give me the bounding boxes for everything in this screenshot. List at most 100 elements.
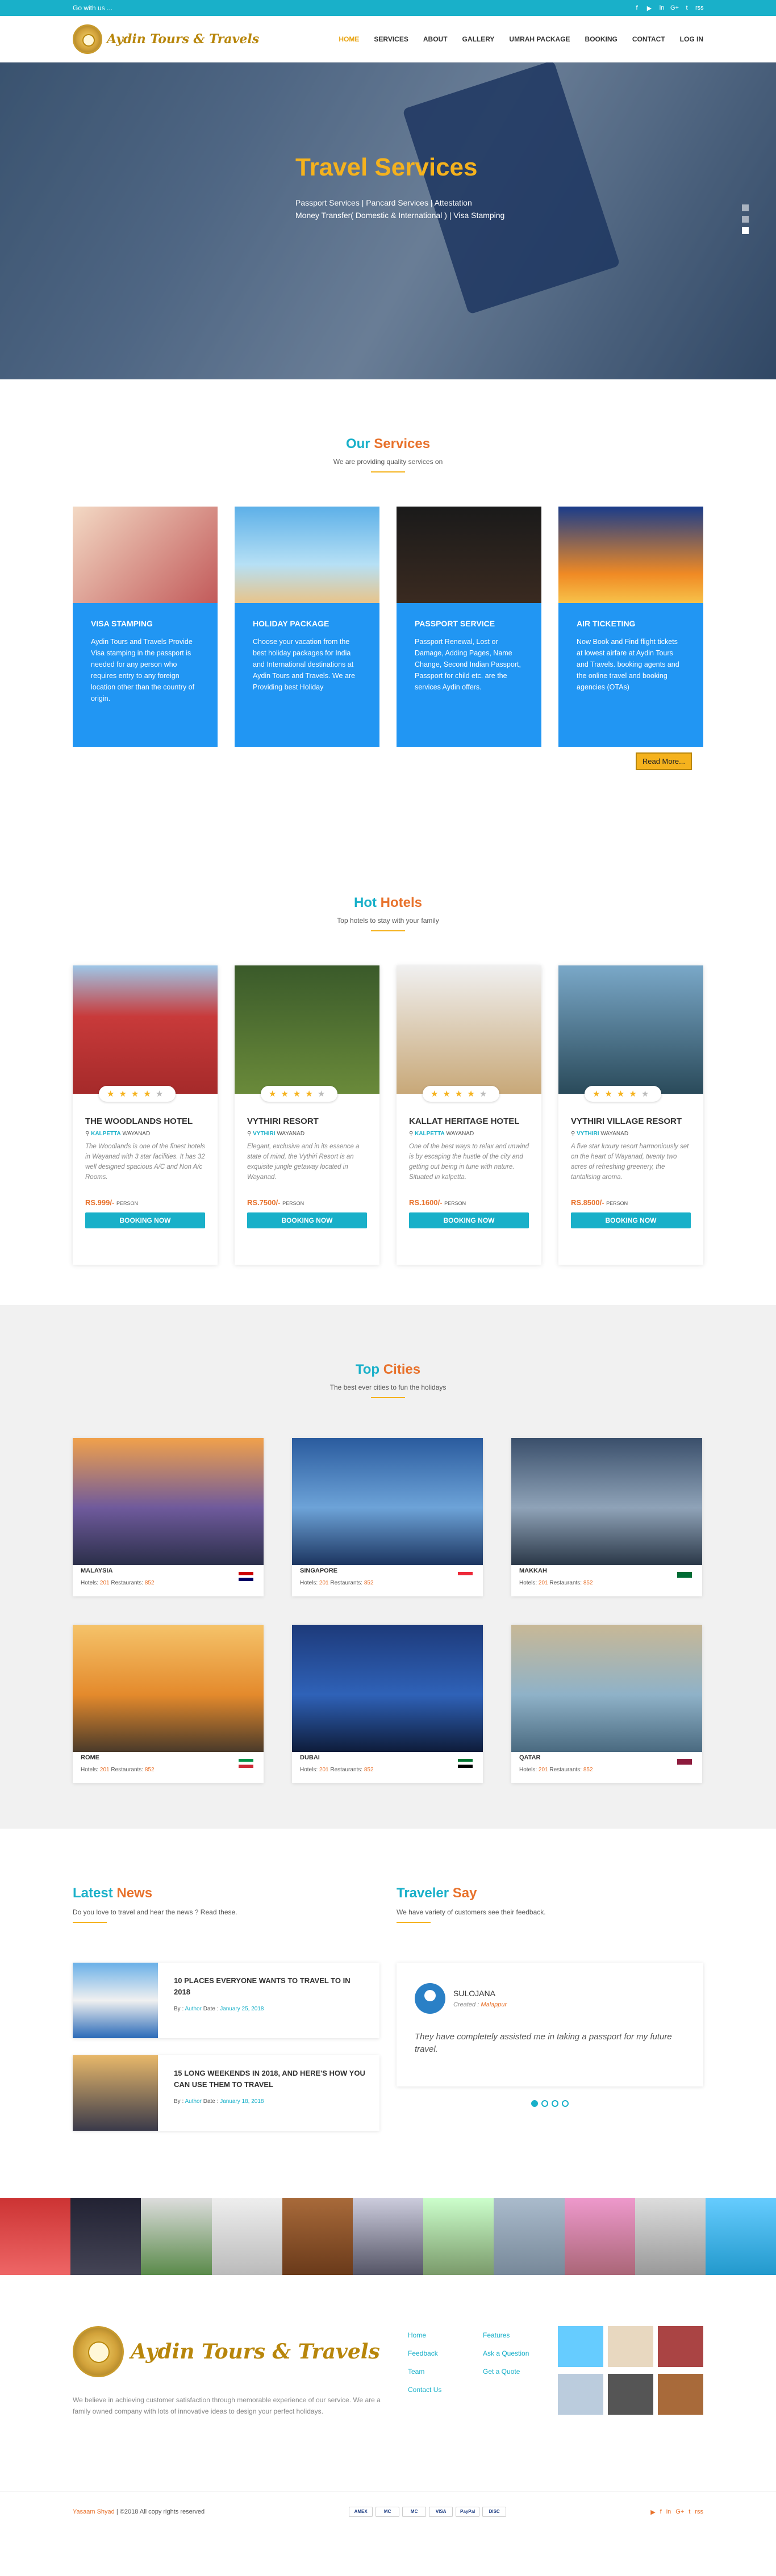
footer-description: We believe in achieving customer satisfa…	[73, 2396, 381, 2415]
strip-image	[494, 2198, 565, 2275]
hotel-name[interactable]: VYTHIRI RESORT	[247, 1116, 367, 1126]
hotel-location: ⚲ KALPETTA WAYANAD	[409, 1131, 529, 1137]
gallery-image[interactable]	[658, 2326, 703, 2367]
city-meta: Hotels: 201 Restaurants: 852	[81, 1767, 256, 1773]
footer-link[interactable]: Features	[483, 2326, 541, 2344]
service-card[interactable]: VISA STAMPING Aydin Tours and Travels Pro…	[73, 507, 218, 747]
service-card[interactable]: PASSPORT SERVICE Passport Renewal, Lost o…	[397, 507, 541, 747]
hotels-count: 201	[99, 1580, 110, 1586]
booking-now-button[interactable]: BOOKING NOW	[409, 1212, 529, 1228]
footer-link[interactable]: Get a Quote	[483, 2362, 541, 2381]
hotels-label: Hotels:	[519, 1767, 537, 1773]
menu-booking[interactable]: BOOKING	[585, 35, 618, 43]
booking-now-button[interactable]: BOOKING NOW	[571, 1212, 691, 1228]
facebook-icon[interactable]: f	[660, 2508, 662, 2516]
linkedin-icon[interactable]: in	[658, 5, 666, 12]
gallery-image[interactable]	[608, 2374, 653, 2415]
star-icon: ★	[317, 1089, 330, 1099]
news-title[interactable]: 15 LONG WEEKENDS IN 2018, AND HERE'S HOW…	[174, 2068, 367, 2090]
carousel-dot-active[interactable]	[531, 2100, 538, 2107]
hotels-list: ★★★★★ THE WOODLANDS HOTEL ⚲ KALPETTA WAYAN…	[73, 965, 703, 1265]
city-image	[511, 1438, 702, 1565]
city-card[interactable]: MAKKAH Hotels: 201 Restaurants: 852	[511, 1438, 702, 1596]
menu-login[interactable]: LOG IN	[680, 35, 703, 43]
testimonial-dots	[397, 2100, 703, 2107]
footer-link[interactable]: Team	[408, 2362, 466, 2381]
twitter-icon[interactable]: t	[689, 2508, 690, 2516]
menu-about[interactable]: ABOUT	[423, 35, 448, 43]
star-icon: ★	[293, 1089, 306, 1099]
carousel-dot[interactable]	[541, 2100, 548, 2107]
footer-link[interactable]: Home	[408, 2326, 466, 2344]
hotel-town: KALPETTA	[415, 1131, 445, 1137]
menu-umrah[interactable]: UMRAH PACKAGE	[509, 35, 570, 43]
hotels-subtitle: Top hotels to stay with your family	[337, 917, 439, 925]
slider-dot[interactable]	[742, 204, 749, 211]
booking-now-button[interactable]: BOOKING NOW	[247, 1212, 367, 1228]
facebook-icon[interactable]: f	[633, 5, 641, 12]
hotel-name[interactable]: KALLAT HERITAGE HOTEL	[409, 1116, 529, 1126]
city-card[interactable]: QATAR Hotels: 201 Restaurants: 852	[511, 1625, 702, 1783]
news-author[interactable]: Author	[185, 2006, 201, 2012]
footer-link[interactable]: Contact Us	[408, 2381, 466, 2399]
booking-now-button[interactable]: BOOKING NOW	[85, 1212, 205, 1228]
news-title[interactable]: 10 PLACES EVERYONE WANTS TO TRAVEL TO IN…	[174, 1975, 367, 1998]
service-card[interactable]: HOLIDAY PACKAGE Choose your vacation from…	[235, 507, 379, 747]
carousel-dot[interactable]	[562, 2100, 569, 2107]
menu-services[interactable]: SERVICES	[374, 35, 408, 43]
service-card[interactable]: AIR TICKETING Now Book and Find flight ti…	[558, 507, 703, 747]
footer-logo[interactable]: Aydin Tours & Travels	[73, 2326, 391, 2377]
hotel-price: RS.7500/- PERSON	[247, 1198, 367, 1207]
city-card[interactable]: MALAYSIA Hotels: 201 Restaurants: 852	[73, 1438, 264, 1596]
city-image	[73, 1438, 264, 1565]
menu-home[interactable]: HOME	[339, 35, 359, 43]
youtube-icon[interactable]: ▶	[650, 2508, 655, 2516]
rss-icon[interactable]: rss	[695, 2508, 703, 2516]
payment-methods: AMEX MC MC VISA PayPal DISC	[349, 2507, 507, 2517]
city-name: ROME	[81, 1754, 99, 1761]
carousel-dot[interactable]	[552, 2100, 558, 2107]
brand-logo[interactable]: Aydin Tours & Travels	[73, 24, 259, 54]
country-flag-icon	[239, 1572, 253, 1581]
hotel-region: WAYANAD	[446, 1131, 474, 1137]
youtube-icon[interactable]: ▶	[645, 5, 653, 12]
footer-brand: Aydin Tours & Travels	[131, 2340, 380, 2364]
hotel-image[interactable]	[558, 965, 703, 1094]
hotel-body: VYTHIRI RESORT ⚲ VYTHIRI WAYANAD Elegant, …	[235, 1094, 379, 1228]
footer-link[interactable]: Ask a Question	[483, 2344, 541, 2362]
read-more-button[interactable]: Read More...	[635, 752, 692, 770]
testimonial-role: Created : Malappur	[453, 2001, 507, 2008]
cities-title: Top Cities	[355, 1362, 421, 1377]
city-card[interactable]: DUBAI Hotels: 201 Restaurants: 852	[292, 1625, 483, 1783]
googleplus-icon[interactable]: G+	[670, 5, 679, 12]
news-item[interactable]: 15 LONG WEEKENDS IN 2018, AND HERE'S HOW…	[73, 2055, 379, 2131]
slider-dot[interactable]	[742, 216, 749, 223]
menu-gallery[interactable]: GALLERY	[462, 35, 495, 43]
hotel-body: THE WOODLANDS HOTEL ⚲ KALPETTA WAYANAD The…	[73, 1094, 218, 1228]
news-item[interactable]: 10 PLACES EVERYONE WANTS TO TRAVEL TO IN…	[73, 1963, 379, 2038]
hero-title: Travel Services	[295, 153, 478, 181]
linkedin-icon[interactable]: in	[666, 2508, 671, 2516]
city-card[interactable]: ROME Hotels: 201 Restaurants: 852	[73, 1625, 264, 1783]
gallery-image[interactable]	[608, 2326, 653, 2367]
news-author[interactable]: Author	[185, 2098, 201, 2105]
hotels-count: 201	[538, 1767, 548, 1773]
location-pin-icon: ⚲	[247, 1131, 253, 1137]
hotel-name[interactable]: VYTHIRI VILLAGE RESORT	[571, 1116, 691, 1126]
hotel-price: RS.1600/- PERSON	[409, 1198, 529, 1207]
hotel-image[interactable]	[235, 965, 379, 1094]
gallery-image[interactable]	[558, 2326, 603, 2367]
hotel-image[interactable]	[73, 965, 218, 1094]
gallery-image[interactable]	[658, 2374, 703, 2415]
city-card[interactable]: SINGAPORE Hotels: 201 Restaurants: 852	[292, 1438, 483, 1596]
footer-link[interactable]: Feedback	[408, 2344, 466, 2362]
gallery-image[interactable]	[558, 2374, 603, 2415]
twitter-icon[interactable]: t	[683, 5, 691, 12]
menu-contact[interactable]: CONTACT	[632, 35, 665, 43]
city-image	[73, 1625, 264, 1752]
hotel-name[interactable]: THE WOODLANDS HOTEL	[85, 1116, 205, 1126]
googleplus-icon[interactable]: G+	[675, 2508, 684, 2516]
slider-dot-active[interactable]	[742, 227, 749, 234]
rss-icon[interactable]: rss	[695, 5, 704, 12]
hotel-image[interactable]	[397, 965, 541, 1094]
